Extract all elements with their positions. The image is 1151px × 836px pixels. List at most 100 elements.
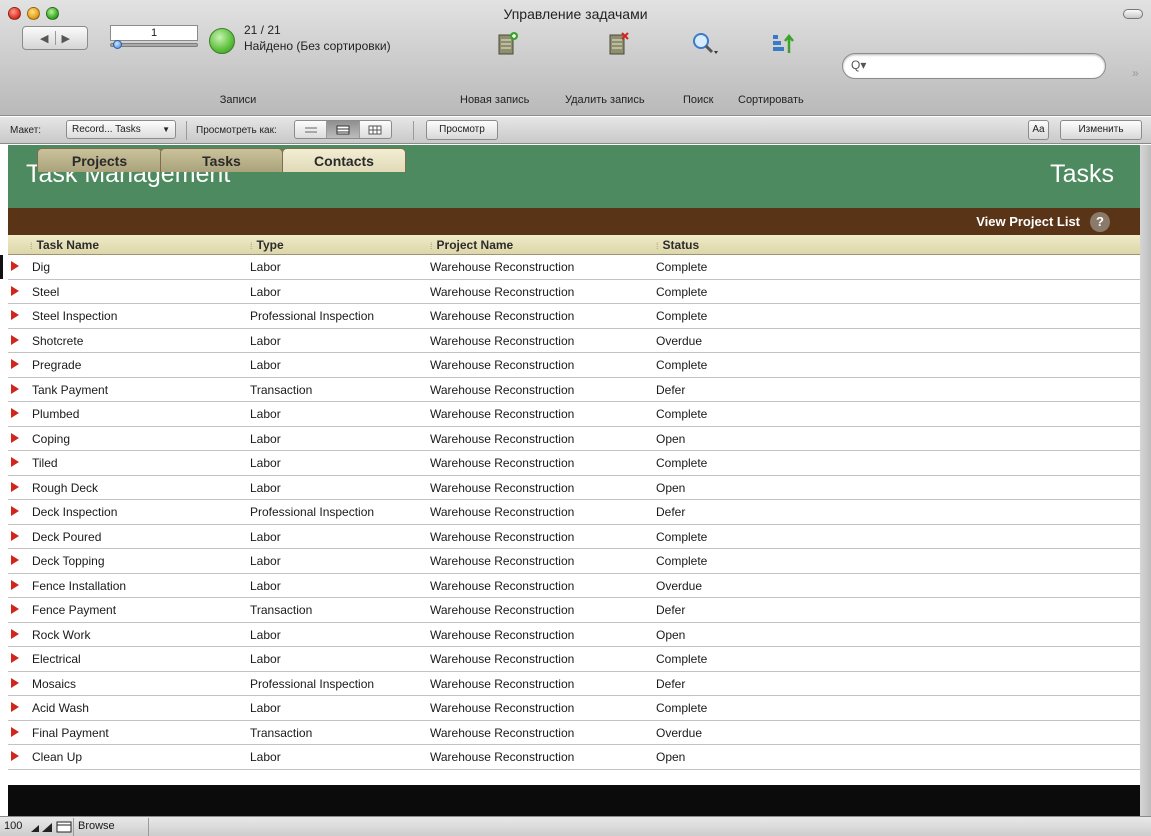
layout-select[interactable]: Record... Tasks ▼: [66, 120, 176, 139]
project-name-cell[interactable]: Warehouse Reconstruction: [430, 432, 574, 446]
go-to-record-arrow-icon[interactable]: [11, 506, 19, 516]
project-name-cell[interactable]: Warehouse Reconstruction: [430, 677, 574, 691]
delete-record-button[interactable]: [604, 26, 634, 62]
task-type-cell[interactable]: Labor: [250, 530, 281, 544]
task-type-cell[interactable]: Labor: [250, 334, 281, 348]
project-name-cell[interactable]: Warehouse Reconstruction: [430, 652, 574, 666]
task-status-cell[interactable]: Complete: [656, 652, 707, 666]
task-name-cell[interactable]: Tiled: [32, 456, 58, 470]
task-type-cell[interactable]: Labor: [250, 554, 281, 568]
go-to-record-arrow-icon[interactable]: [11, 702, 19, 712]
go-to-record-arrow-icon[interactable]: [11, 530, 19, 541]
task-status-cell[interactable]: Complete: [656, 309, 707, 323]
sort-button[interactable]: [768, 26, 798, 62]
toolbar-overflow-icon[interactable]: »: [1132, 66, 1139, 80]
task-type-cell[interactable]: Labor: [250, 358, 281, 372]
window-scroll-edge[interactable]: [1140, 145, 1151, 816]
task-name-cell[interactable]: Deck Topping: [32, 554, 105, 568]
task-status-cell[interactable]: Overdue: [656, 579, 702, 593]
table-row[interactable]: Deck Poured Labor Warehouse Reconstruction…: [8, 525, 1140, 549]
go-to-record-arrow-icon[interactable]: [11, 555, 19, 565]
task-type-cell[interactable]: Labor: [250, 481, 281, 495]
task-name-cell[interactable]: Pregrade: [32, 358, 81, 372]
task-name-cell[interactable]: Steel Inspection: [32, 309, 117, 323]
task-name-cell[interactable]: Plumbed: [32, 407, 79, 421]
table-row[interactable]: Electrical Labor Warehouse Reconstruction C…: [8, 647, 1140, 672]
task-type-cell[interactable]: Labor: [250, 456, 281, 470]
task-status-cell[interactable]: Complete: [656, 407, 707, 421]
view-project-list-link[interactable]: View Project List: [976, 214, 1080, 229]
go-to-record-arrow-icon[interactable]: [11, 751, 19, 761]
list-view-button[interactable]: [327, 121, 360, 138]
go-to-record-arrow-icon[interactable]: [11, 481, 19, 492]
task-name-cell[interactable]: Rock Work: [32, 628, 90, 642]
record-number-field[interactable]: 1: [110, 25, 198, 41]
task-status-cell[interactable]: Overdue: [656, 334, 702, 348]
task-status-cell[interactable]: Defer: [656, 505, 685, 519]
project-name-cell[interactable]: Warehouse Reconstruction: [430, 358, 574, 372]
text-formatting-button[interactable]: Aa: [1028, 120, 1049, 140]
task-status-cell[interactable]: Open: [656, 432, 685, 446]
project-name-cell[interactable]: Warehouse Reconstruction: [430, 726, 574, 740]
task-type-cell[interactable]: Professional Inspection: [250, 505, 374, 519]
table-row[interactable]: Tiled Labor Warehouse Reconstruction Comple…: [8, 451, 1140, 476]
task-type-cell[interactable]: Labor: [250, 652, 281, 666]
task-name-cell[interactable]: Deck Inspection: [32, 505, 117, 519]
table-row[interactable]: Shotcrete Labor Warehouse Reconstruction Ov…: [8, 329, 1140, 353]
column-header-status[interactable]: ⁞ Status: [656, 238, 699, 252]
task-type-cell[interactable]: Transaction: [250, 726, 312, 740]
table-row[interactable]: Tank Payment Transaction Warehouse Reconst…: [8, 378, 1140, 402]
toolbar-toggle-button[interactable]: [1123, 9, 1143, 19]
project-name-cell[interactable]: Warehouse Reconstruction: [430, 579, 574, 593]
task-name-cell[interactable]: Deck Poured: [32, 530, 101, 544]
project-name-cell[interactable]: Warehouse Reconstruction: [430, 750, 574, 764]
tab-contacts[interactable]: Contacts: [282, 148, 406, 172]
table-row[interactable]: Deck Topping Labor Warehouse Reconstructio…: [8, 549, 1140, 574]
zoom-controls-icon[interactable]: [30, 821, 74, 833]
task-name-cell[interactable]: Electrical: [32, 652, 81, 666]
go-to-record-arrow-icon[interactable]: [11, 408, 19, 418]
go-to-record-arrow-icon[interactable]: [11, 432, 19, 443]
task-name-cell[interactable]: Dig: [32, 260, 50, 274]
table-row[interactable]: Rough Deck Labor Warehouse Reconstruction O…: [8, 476, 1140, 500]
task-type-cell[interactable]: Labor: [250, 628, 281, 642]
project-name-cell[interactable]: Warehouse Reconstruction: [430, 628, 574, 642]
tab-projects[interactable]: Projects: [37, 148, 162, 172]
column-header-project-name[interactable]: ⁞ Project Name: [430, 238, 513, 252]
record-slider[interactable]: [110, 43, 198, 47]
task-status-cell[interactable]: Defer: [656, 677, 685, 691]
go-to-record-arrow-icon[interactable]: [11, 726, 19, 737]
task-status-cell[interactable]: Complete: [656, 554, 707, 568]
task-status-cell[interactable]: Defer: [656, 383, 685, 397]
task-type-cell[interactable]: Transaction: [250, 603, 312, 617]
edit-layout-button[interactable]: Изменить: [1060, 120, 1142, 140]
table-row[interactable]: Final Payment Transaction Warehouse Recons…: [8, 721, 1140, 745]
table-row[interactable]: Dig Labor Warehouse Reconstruction Complete: [0, 255, 1140, 280]
table-row[interactable]: Fence Installation Labor Warehouse Reconst…: [8, 574, 1140, 598]
form-view-button[interactable]: [295, 121, 328, 138]
go-to-record-arrow-icon[interactable]: [11, 579, 19, 590]
record-slider-knob[interactable]: [113, 40, 122, 49]
project-name-cell[interactable]: Warehouse Reconstruction: [430, 309, 574, 323]
task-name-cell[interactable]: Shotcrete: [32, 334, 83, 348]
go-to-record-arrow-icon[interactable]: [11, 359, 19, 369]
column-header-type[interactable]: ⁞ Type: [250, 238, 284, 252]
task-type-cell[interactable]: Labor: [250, 260, 281, 274]
table-row[interactable]: Deck Inspection Professional Inspection Wa…: [8, 500, 1140, 525]
task-type-cell[interactable]: Professional Inspection: [250, 677, 374, 691]
task-status-cell[interactable]: Complete: [656, 260, 707, 274]
task-type-cell[interactable]: Labor: [250, 407, 281, 421]
task-name-cell[interactable]: Fence Installation: [32, 579, 126, 593]
project-name-cell[interactable]: Warehouse Reconstruction: [430, 260, 574, 274]
previous-record-icon[interactable]: ◀: [40, 32, 48, 45]
preview-button[interactable]: Просмотр: [426, 120, 498, 140]
task-status-cell[interactable]: Complete: [656, 285, 707, 299]
task-status-cell[interactable]: Complete: [656, 456, 707, 470]
table-view-button[interactable]: [360, 121, 391, 138]
project-name-cell[interactable]: Warehouse Reconstruction: [430, 407, 574, 421]
task-status-cell[interactable]: Complete: [656, 701, 707, 715]
task-status-cell[interactable]: Open: [656, 481, 685, 495]
task-name-cell[interactable]: Clean Up: [32, 750, 82, 764]
task-type-cell[interactable]: Labor: [250, 579, 281, 593]
tab-tasks[interactable]: Tasks: [160, 148, 283, 172]
